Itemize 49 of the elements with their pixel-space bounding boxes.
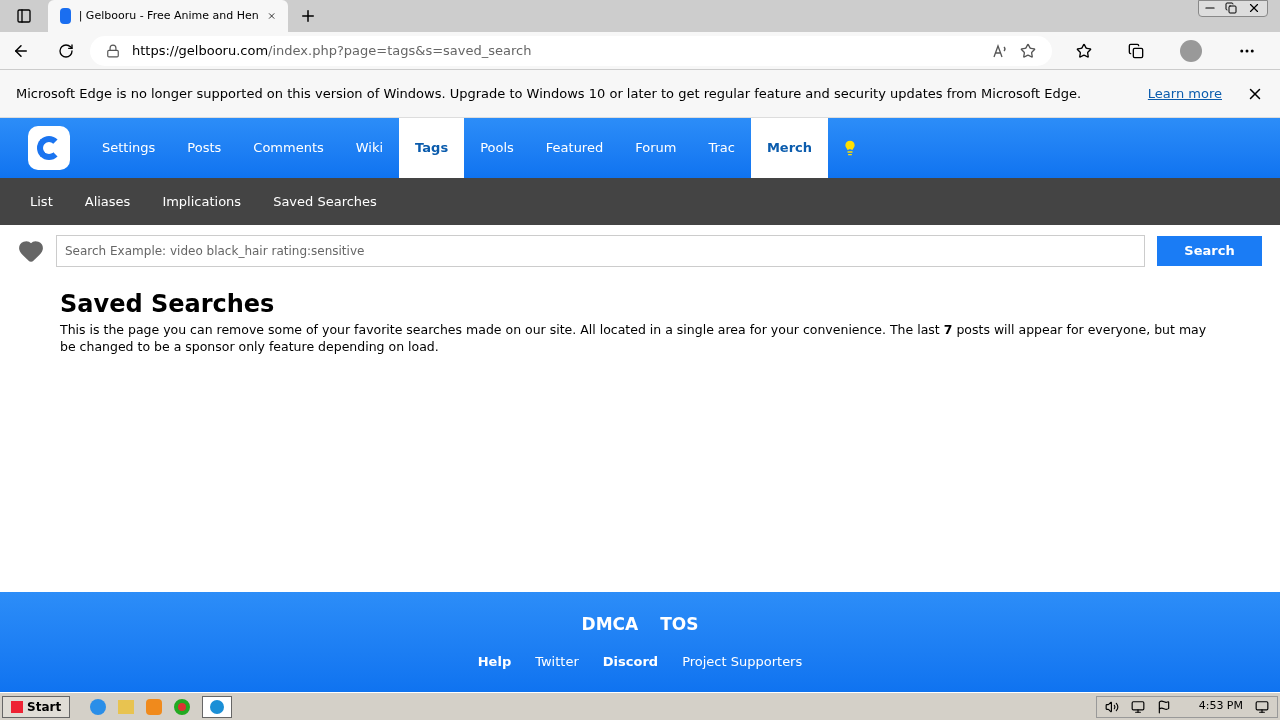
edge-taskbar-button[interactable]	[202, 695, 233, 718]
favorites-icon[interactable]	[1076, 42, 1092, 59]
clock: 4:53 PM	[1198, 698, 1243, 715]
sub-nav-link[interactable]: List	[14, 191, 69, 212]
start-button[interactable]: Start	[2, 695, 71, 718]
volume-icon[interactable]	[1104, 699, 1119, 714]
nav-link[interactable]: Tags	[399, 118, 465, 178]
close-icon[interactable]	[1247, 1, 1261, 15]
profile-avatar[interactable]	[1180, 39, 1202, 62]
nav-link[interactable]: Forum	[619, 118, 693, 178]
footer-link[interactable]: Twitter	[535, 651, 579, 671]
flag-icon[interactable]	[1156, 699, 1171, 714]
nav-link[interactable]: Pools	[464, 118, 530, 178]
site-favicon	[60, 8, 71, 24]
nav-link[interactable]: Posts	[171, 118, 238, 178]
browser-tab[interactable]: | Gelbooru - Free Anime and Hen	[48, 0, 288, 32]
nav-link[interactable]: Featured	[529, 118, 620, 178]
footer-link[interactable]: Project Supporters	[682, 651, 803, 671]
sub-nav-link[interactable]: Aliases	[68, 191, 147, 212]
url-text: https://gelbooru.com/index.php?page=tags&s=saved_search	[132, 41, 533, 60]
infobar-message: Microsoft Edge is no longer supported on this version of Windows. Upgrade to Windows 10 or later to get regular feature and security updates from Microsoft Edge.	[16, 84, 1083, 103]
footer-link[interactable]: Discord	[602, 651, 659, 671]
nav-link[interactable]: Settings	[86, 118, 172, 178]
restore-icon[interactable]	[1225, 2, 1237, 14]
address-bar[interactable]: https://gelbooru.com/index.php?page=tags&s=saved_search	[90, 35, 1052, 66]
search-button[interactable]: Search	[1157, 236, 1262, 266]
page-heading: Saved Searches	[60, 289, 276, 319]
page-description: This is the page you can remove some of your favorite searches made on our site. All located in a single area for your convenience. The last 7 posts will appear for everyone, but may be changed to be a sponsor only feature depending on load.	[60, 321, 1208, 355]
nav-link[interactable]: Comments	[237, 118, 340, 178]
sub-nav-link[interactable]: Implications	[146, 191, 258, 212]
show-desktop-icon[interactable]	[1255, 699, 1269, 714]
read-aloud-icon[interactable]	[992, 42, 1008, 59]
sub-nav-link[interactable]: Saved Searches	[257, 191, 393, 212]
nav-link[interactable]: Wiki	[339, 118, 400, 178]
learn-more-link[interactable]: Learn more	[1147, 83, 1222, 104]
footer-link[interactable]: DMCA	[581, 612, 639, 638]
heart-icon[interactable]	[18, 238, 44, 264]
tab-title: | Gelbooru - Free Anime and Hen	[78, 7, 259, 24]
nav-link[interactable]: Merch	[750, 118, 829, 178]
reload-icon[interactable]	[58, 42, 74, 59]
add-favorite-icon[interactable]	[1020, 42, 1036, 59]
lock-icon	[106, 43, 120, 58]
collections-icon[interactable]	[1128, 42, 1144, 59]
footer-link[interactable]: Help	[477, 651, 512, 671]
windows-logo-icon	[11, 700, 23, 713]
search-field[interactable]: Search Example: video black_hair rating:sensitive	[56, 235, 1145, 267]
nav-link[interactable]: Trac	[692, 118, 751, 178]
site-logo[interactable]	[28, 126, 70, 170]
footer-link[interactable]: TOS	[660, 612, 699, 638]
